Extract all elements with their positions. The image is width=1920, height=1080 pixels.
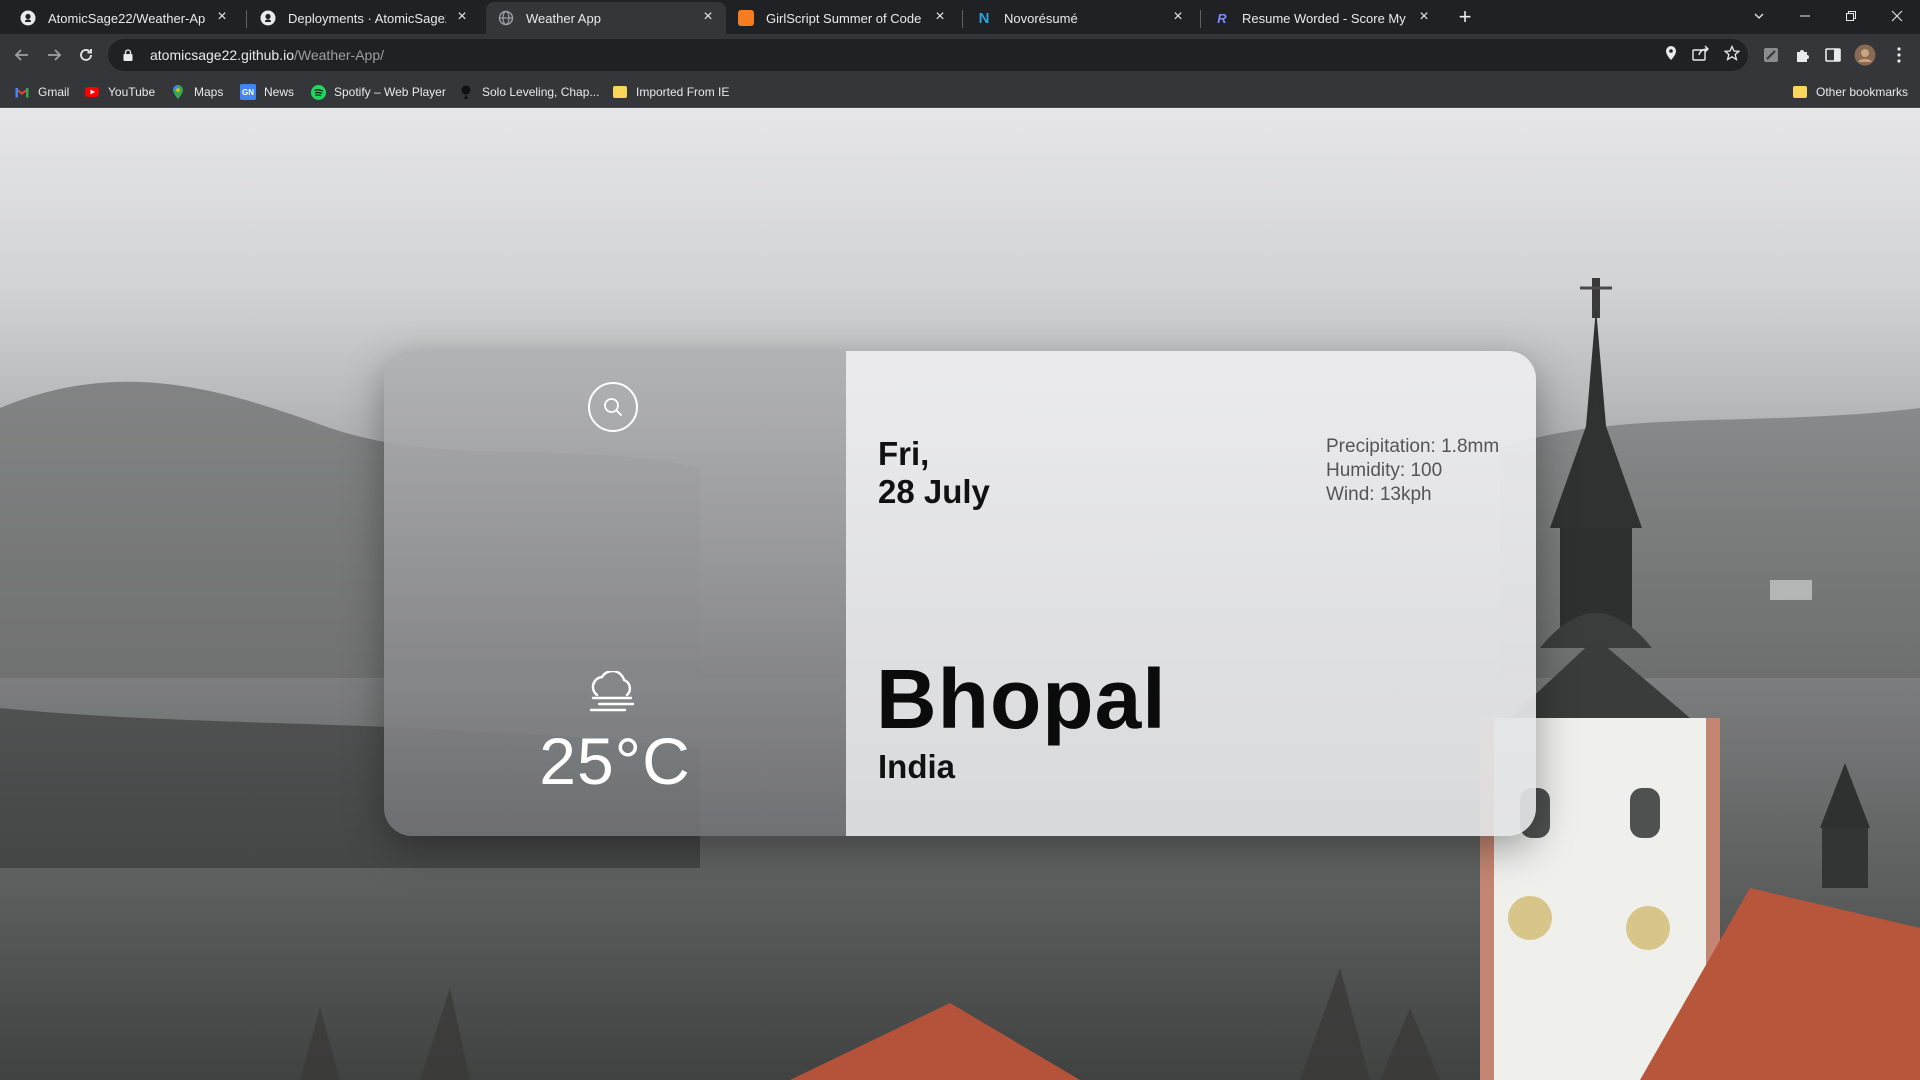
weather-day: Fri, (878, 435, 930, 472)
wind-value: Wind: 13kph (1326, 484, 1432, 505)
gssoc-icon (738, 10, 754, 26)
tab-novoresume[interactable]: N Novorésumé × (964, 2, 1196, 34)
bookmarks-bar: Gmail YouTube Maps GN News Spotify – Web… (0, 76, 1920, 108)
close-tab-icon[interactable]: × (1416, 9, 1432, 26)
address-bar[interactable]: atomicsage22.github.io/Weather-App/ (108, 39, 1748, 71)
bookmark-spotify[interactable]: Spotify – Web Player (310, 83, 446, 101)
side-panel-icon[interactable] (1822, 44, 1844, 66)
precipitation-value: Precipitation: 1.8mm (1326, 436, 1500, 457)
weather-date: 28 July (878, 473, 990, 510)
url-host: atomicsage22.github.io (150, 47, 294, 63)
other-bookmarks-label: Other bookmarks (1816, 85, 1909, 99)
close-tab-icon[interactable]: × (932, 9, 948, 26)
gmail-icon (14, 84, 30, 100)
fog-icon (584, 669, 640, 719)
weather-card-left-panel: 25°C (384, 351, 846, 836)
profile-avatar[interactable] (1854, 44, 1876, 66)
tab-separator (1200, 10, 1201, 28)
browser-toolbar: atomicsage22.github.io/Weather-App/ (0, 34, 1920, 76)
tab-search-icon[interactable] (1736, 0, 1782, 32)
bookmark-youtube[interactable]: YouTube (84, 83, 155, 101)
github-icon (20, 10, 36, 26)
new-tab-button[interactable]: + (1452, 6, 1478, 30)
close-window-button[interactable] (1874, 0, 1920, 32)
close-tab-icon[interactable]: × (454, 9, 470, 26)
bookmark-label: Gmail (38, 85, 70, 99)
bookmark-label: Imported From IE (636, 85, 730, 99)
temperature-value: 25°C (539, 724, 691, 798)
folder-icon (1792, 84, 1808, 100)
tab-separator (962, 10, 963, 28)
folder-icon (612, 84, 628, 100)
restore-button[interactable] (1828, 0, 1874, 32)
github-icon (260, 10, 276, 26)
tab-title: Weather App (526, 10, 601, 26)
tab-title: GirlScript Summer of Code 2023 (766, 10, 924, 26)
extensions-puzzle-icon[interactable] (1792, 44, 1814, 66)
weather-card: 25°C Fri, 28 July Precipitation: 1.8mm H… (384, 351, 1536, 836)
bookmark-label: Spotify – Web Player (334, 85, 446, 99)
humidity-value: Humidity: 100 (1326, 460, 1443, 481)
tab-deployments[interactable]: Deployments · AtomicSage22/W × (248, 2, 480, 34)
url-path: /Weather-App/ (294, 47, 385, 63)
tab-resume-worded[interactable]: R Resume Worded - Score My Resu × (1202, 2, 1442, 34)
location-icon[interactable] (1664, 45, 1678, 66)
search-button[interactable] (588, 382, 638, 432)
bookmark-gmail[interactable]: Gmail (14, 83, 69, 101)
close-tab-icon[interactable]: × (1170, 9, 1186, 26)
weather-details: Precipitation: 1.8mm Humidity: 100 Wind:… (1326, 435, 1499, 507)
country-name: India (878, 748, 956, 785)
bookmark-imported-from-ie[interactable]: Imported From IE (612, 83, 729, 101)
tab-gssoc[interactable]: GirlScript Summer of Code 2023 × (726, 2, 958, 34)
close-tab-icon[interactable]: × (214, 9, 230, 26)
minimize-button[interactable] (1782, 0, 1828, 32)
resume-worded-icon: R (1217, 10, 1227, 26)
globe-icon (498, 10, 514, 26)
close-tab-icon[interactable]: × (700, 9, 716, 26)
extension-icon[interactable] (1760, 44, 1782, 66)
menu-kebab-icon[interactable] (1888, 44, 1910, 66)
tab-title: AtomicSage22/Weather-App (48, 10, 206, 26)
share-icon[interactable] (1692, 45, 1710, 66)
tab-weather-app[interactable]: Weather App × (486, 2, 726, 34)
bookmark-star-icon[interactable] (1723, 44, 1741, 66)
lock-icon[interactable] (118, 49, 138, 61)
tab-separator (246, 10, 247, 28)
forward-button[interactable] (40, 41, 68, 69)
back-button[interactable] (8, 41, 36, 69)
news-icon: GN (240, 84, 256, 100)
weather-card-right-panel: Fri, 28 July Precipitation: 1.8mm Humidi… (846, 351, 1536, 836)
bookmark-label: Maps (194, 85, 224, 99)
tab-strip: AtomicSage22/Weather-App × Deployments ·… (0, 0, 1920, 34)
tab-title: Resume Worded - Score My Resu (1242, 10, 1408, 26)
maps-icon (170, 84, 186, 100)
bookmark-label: YouTube (108, 85, 156, 99)
search-icon (604, 398, 622, 416)
other-bookmarks[interactable]: Other bookmarks (1792, 83, 1908, 101)
youtube-icon (84, 84, 100, 100)
solo-leveling-icon (458, 84, 474, 100)
city-name: Bhopal (876, 652, 1167, 746)
bookmark-maps[interactable]: Maps (170, 83, 223, 101)
bookmark-label: Solo Leveling, Chap... (482, 85, 600, 99)
url-text[interactable]: atomicsage22.github.io/Weather-App/ (150, 47, 384, 63)
bookmark-news[interactable]: GN News (240, 83, 294, 101)
novoresume-icon: N (978, 9, 990, 27)
tab-title: Deployments · AtomicSage22/W (288, 10, 446, 26)
tab-title: Novorésumé (1004, 10, 1078, 26)
page-viewport: 25°C Fri, 28 July Precipitation: 1.8mm H… (0, 108, 1920, 1080)
bookmark-solo-leveling[interactable]: Solo Leveling, Chap... (458, 83, 599, 101)
bookmark-label: News (264, 85, 295, 99)
reload-button[interactable] (72, 41, 100, 69)
spotify-icon (310, 84, 326, 100)
tab-weather-app-repo[interactable]: AtomicSage22/Weather-App × (8, 2, 240, 34)
